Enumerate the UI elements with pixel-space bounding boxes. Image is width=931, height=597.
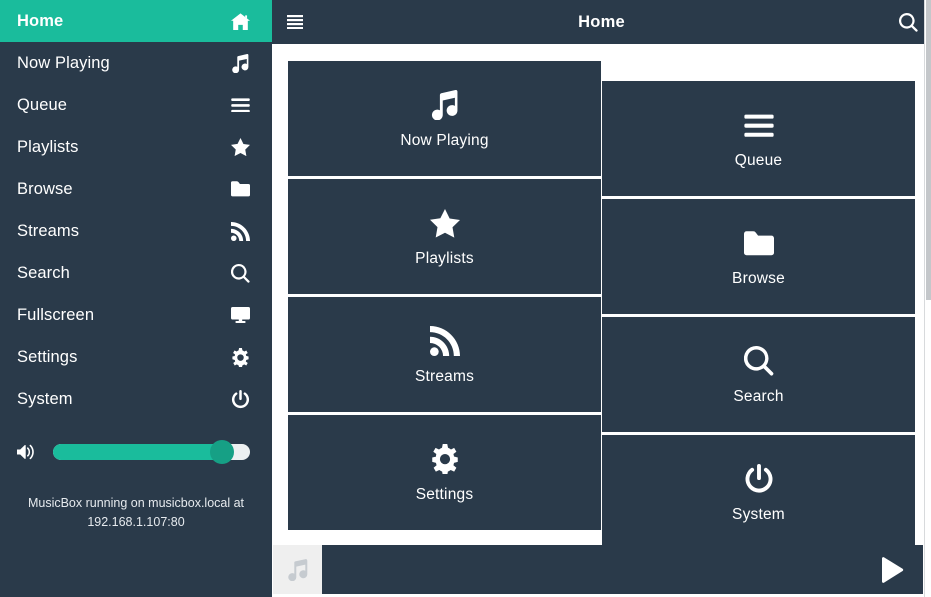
folder-icon [230, 179, 250, 199]
search-icon [230, 263, 250, 283]
topbar: Home [272, 0, 931, 44]
tile-column-right: Queue Browse Search System [602, 44, 915, 553]
sidebar-item-label: Playlists [17, 137, 79, 156]
power-icon [744, 462, 774, 496]
tile-search[interactable]: Search [602, 317, 915, 432]
tile-queue[interactable]: Queue [602, 81, 915, 196]
power-icon [230, 389, 250, 409]
tile-label: Streams [414, 368, 475, 386]
tile-system[interactable]: System [602, 435, 915, 550]
app-root: Home Now Playing Queue Playlists Browse Strea… [0, 0, 931, 597]
star-icon [230, 137, 250, 157]
main-content: Now Playing Playlists Streams Settings Queu… [272, 44, 924, 597]
sidebar-item-label: Fullscreen [17, 305, 95, 324]
volume-slider[interactable] [53, 440, 250, 464]
sidebar-item-label: Browse [17, 179, 73, 198]
tile-label: Browse [732, 270, 785, 288]
tile-label: Now Playing [400, 132, 489, 150]
sidebar-item-label: System [17, 389, 73, 408]
sidebar-nav: Home Now Playing Queue Playlists Browse Strea… [0, 0, 272, 420]
player-body [322, 545, 923, 594]
gear-icon [430, 442, 460, 476]
tile-playlists[interactable]: Playlists [288, 179, 601, 294]
tile-browse[interactable]: Browse [602, 199, 915, 314]
play-icon[interactable] [873, 551, 911, 589]
home-icon [230, 11, 250, 31]
tile-label: Queue [734, 152, 783, 170]
star-icon [429, 206, 460, 240]
tile-settings[interactable]: Settings [288, 415, 601, 530]
sidebar-item-home[interactable]: Home [0, 0, 272, 42]
sidebar-item-browse[interactable]: Browse [0, 168, 272, 210]
sidebar-item-label: Settings [17, 347, 78, 366]
album-art-placeholder[interactable] [273, 545, 322, 594]
sidebar-item-fullscreen[interactable]: Fullscreen [0, 294, 272, 336]
status-text: MusicBox running on musicbox.local at 19… [27, 496, 245, 529]
sidebar-item-label: Home [17, 11, 64, 30]
list-icon [743, 108, 774, 142]
tile-label: System [732, 506, 785, 524]
tile-now-playing[interactable]: Now Playing [288, 61, 601, 176]
sidebar-item-now-playing[interactable]: Now Playing [0, 42, 272, 84]
volume-slider-fill [53, 444, 223, 460]
sidebar-item-playlists[interactable]: Playlists [0, 126, 272, 168]
music-note-icon [430, 88, 460, 122]
hamburger-icon[interactable] [272, 0, 318, 44]
tile-label: Settings [415, 486, 474, 504]
tile-label: Search [733, 388, 784, 406]
scrollbar-thumb[interactable] [926, 0, 931, 300]
sidebar-item-streams[interactable]: Streams [0, 210, 272, 252]
vertical-scrollbar[interactable] [924, 0, 931, 597]
player-bar [273, 545, 923, 594]
sidebar-item-label: Streams [17, 221, 80, 240]
volume-control[interactable] [0, 432, 272, 472]
list-icon [230, 95, 250, 115]
rss-icon [230, 221, 250, 241]
sidebar-item-label: Queue [17, 95, 68, 114]
volume-slider-track[interactable] [53, 440, 250, 464]
search-icon [743, 344, 774, 378]
volume-icon [17, 442, 41, 462]
page-title: Home [578, 12, 625, 31]
tile-label: Playlists [415, 250, 474, 268]
sidebar-item-label: Now Playing [17, 53, 110, 72]
rss-icon [429, 324, 460, 358]
sidebar-item-search[interactable]: Search [0, 252, 272, 294]
tile-column-left: Now Playing Playlists Streams Settings [288, 44, 601, 533]
sidebar-item-settings[interactable]: Settings [0, 336, 272, 378]
sidebar-item-system[interactable]: System [0, 378, 272, 420]
music-note-icon [230, 53, 250, 73]
gear-icon [230, 347, 250, 367]
volume-slider-knob[interactable] [210, 440, 235, 464]
sidebar-item-queue[interactable]: Queue [0, 84, 272, 126]
tile-streams[interactable]: Streams [288, 297, 601, 412]
monitor-icon [230, 305, 250, 325]
sidebar-item-label: Search [17, 263, 70, 282]
sidebar: Home Now Playing Queue Playlists Browse Strea… [0, 0, 272, 597]
folder-icon [743, 226, 774, 260]
